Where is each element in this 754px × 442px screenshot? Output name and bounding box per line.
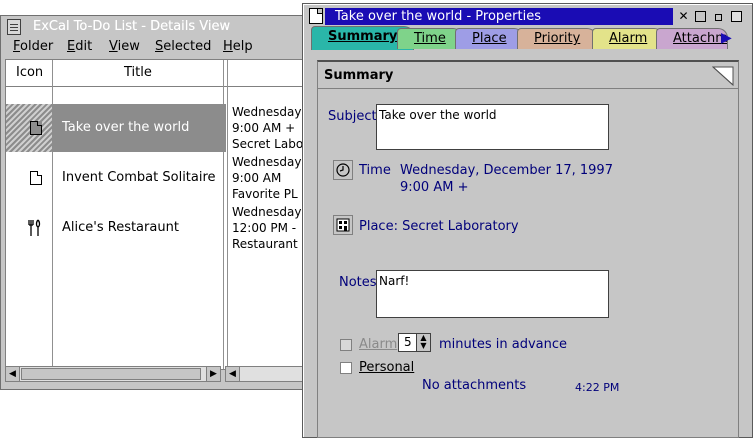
document-icon — [30, 121, 42, 135]
system-menu-icon[interactable] — [7, 19, 21, 35]
menu-folder[interactable]: Folder — [13, 39, 53, 54]
place-button[interactable] — [333, 215, 353, 235]
horizontal-scrollbar-right[interactable]: ◀ — [225, 366, 303, 382]
horizontal-scrollbar-left[interactable]: ◀ ▶ — [5, 366, 221, 382]
summary-page: Summary Subject Take over the world Time… — [317, 60, 739, 438]
detail-line: 9:00 AM + — [232, 121, 296, 135]
window-title: Take over the world - Properties — [335, 9, 541, 24]
personal-checkbox[interactable] — [340, 362, 352, 374]
menu-edit[interactable]: Edit — [67, 39, 92, 54]
tab-label: Summary — [328, 29, 398, 44]
scroll-left-icon[interactable]: ◀ — [226, 367, 240, 381]
clock-text: 4:22 PM — [575, 381, 620, 394]
row-icon-cell — [6, 154, 52, 202]
tab-label: Alarm — [609, 31, 648, 46]
detail-line: Secret Labo — [232, 137, 304, 151]
todo-list-titlebar[interactable]: ExCal To-Do List - Details View — [1, 16, 307, 36]
column-header-title[interactable]: Title — [124, 65, 152, 80]
column-divider — [227, 60, 228, 369]
fork-knife-icon — [28, 219, 41, 236]
page-curl-icon[interactable] — [712, 66, 734, 86]
building-icon — [336, 218, 350, 232]
detail-line: Wednesday, — [232, 205, 306, 219]
properties-window: Take over the world - Properties ✕ Summa… — [302, 3, 753, 438]
window-title: ExCal To-Do List - Details View — [33, 19, 231, 34]
personal-label[interactable]: Personal — [359, 360, 414, 375]
menu-selected[interactable]: Selected — [155, 39, 211, 54]
page-header: Summary — [318, 62, 738, 89]
scroll-right-icon[interactable]: ▶ — [206, 367, 220, 381]
row-title: Take over the world — [62, 120, 190, 135]
tab-alarm[interactable]: Alarm — [592, 28, 665, 49]
maximize-icon[interactable] — [695, 11, 706, 22]
close-icon[interactable]: ✕ — [677, 10, 690, 23]
detail-line: Wednesday, — [232, 155, 306, 169]
notes-label: Notes — [339, 275, 377, 290]
row-details: Wednesday, 9:00 AM + Secret Labo — [232, 104, 305, 152]
notes-textarea[interactable]: Narf! — [376, 270, 609, 318]
restore-icon[interactable] — [731, 11, 742, 22]
tab-label: Place — [472, 31, 507, 46]
scroll-thumb[interactable] — [21, 368, 201, 380]
row-details: Wednesday, 9:00 AM Favorite PL — [232, 154, 305, 202]
page-heading: Summary — [324, 68, 394, 83]
detail-line: 12:00 PM - — [232, 221, 297, 235]
time-hour: 9:00 AM + — [400, 180, 469, 195]
row-title: Alice's Restaraunt — [62, 220, 179, 235]
alarm-label: Alarm — [359, 337, 398, 352]
place-text: Place: Secret Laboratory — [359, 219, 519, 234]
alarm-minutes-value: 5 — [404, 335, 412, 349]
time-date: Wednesday, December 17, 1997 — [400, 163, 613, 178]
tab-scroll-right-icon[interactable]: ▶ — [721, 30, 732, 46]
detail-line: Favorite PL — [232, 187, 298, 201]
tab-attachments[interactable]: Attachm — [656, 28, 728, 49]
alarm-minutes-spinner[interactable]: 5 ▲ ▼ — [398, 333, 431, 352]
row-icon-cell — [6, 204, 52, 252]
todo-list-window: ExCal To-Do List - Details View Folder E… — [0, 15, 308, 390]
menu-help[interactable]: Help — [223, 39, 253, 54]
scroll-left-icon[interactable]: ◀ — [6, 367, 20, 381]
todo-list: Icon Title Take over the world Wednesday… — [5, 59, 305, 370]
subject-label: Subject — [328, 109, 377, 124]
properties-titlebar[interactable]: Take over the world - Properties ✕ — [305, 6, 750, 26]
table-row[interactable]: Take over the world — [6, 104, 226, 152]
alarm-suffix: minutes in advance — [439, 337, 568, 352]
tab-strip: Summary Time Place Priority Alarm Attach… — [307, 26, 752, 50]
table-row[interactable]: Invent Combat Solitaire — [6, 154, 226, 202]
tab-label: Attachm — [673, 31, 728, 46]
alarm-checkbox[interactable] — [340, 339, 352, 351]
column-header-row: Icon Title — [6, 60, 302, 87]
subject-input[interactable]: Take over the world — [376, 104, 609, 150]
tab-label: Priority — [534, 31, 581, 46]
row-details: Wednesday, 12:00 PM - Restaurant — [232, 204, 305, 252]
tab-priority[interactable]: Priority — [517, 28, 598, 49]
row-title: Invent Combat Solitaire — [62, 170, 216, 185]
column-header-icon[interactable]: Icon — [16, 65, 43, 80]
spinner-arrows-icon[interactable]: ▲ ▼ — [416, 334, 430, 351]
tab-time[interactable]: Time — [397, 28, 463, 49]
time-label: Time — [359, 163, 391, 178]
document-icon — [30, 171, 42, 185]
table-row[interactable]: Alice's Restaraunt — [6, 204, 226, 252]
detail-line: Restaurant — [232, 237, 298, 251]
tab-place[interactable]: Place — [455, 28, 524, 49]
minimize-icon[interactable] — [715, 14, 722, 21]
menu-bar: Folder Edit View Selected Help — [1, 37, 307, 57]
attachments-text: No attachments — [422, 378, 527, 393]
detail-line: 9:00 AM — [232, 171, 282, 185]
time-button[interactable] — [333, 160, 353, 180]
row-icon-cell — [6, 104, 52, 152]
tab-label: Time — [414, 31, 446, 46]
document-system-icon[interactable] — [309, 8, 323, 24]
menu-view[interactable]: View — [109, 39, 140, 54]
clock-icon — [336, 163, 350, 177]
detail-line: Wednesday, — [232, 105, 306, 119]
